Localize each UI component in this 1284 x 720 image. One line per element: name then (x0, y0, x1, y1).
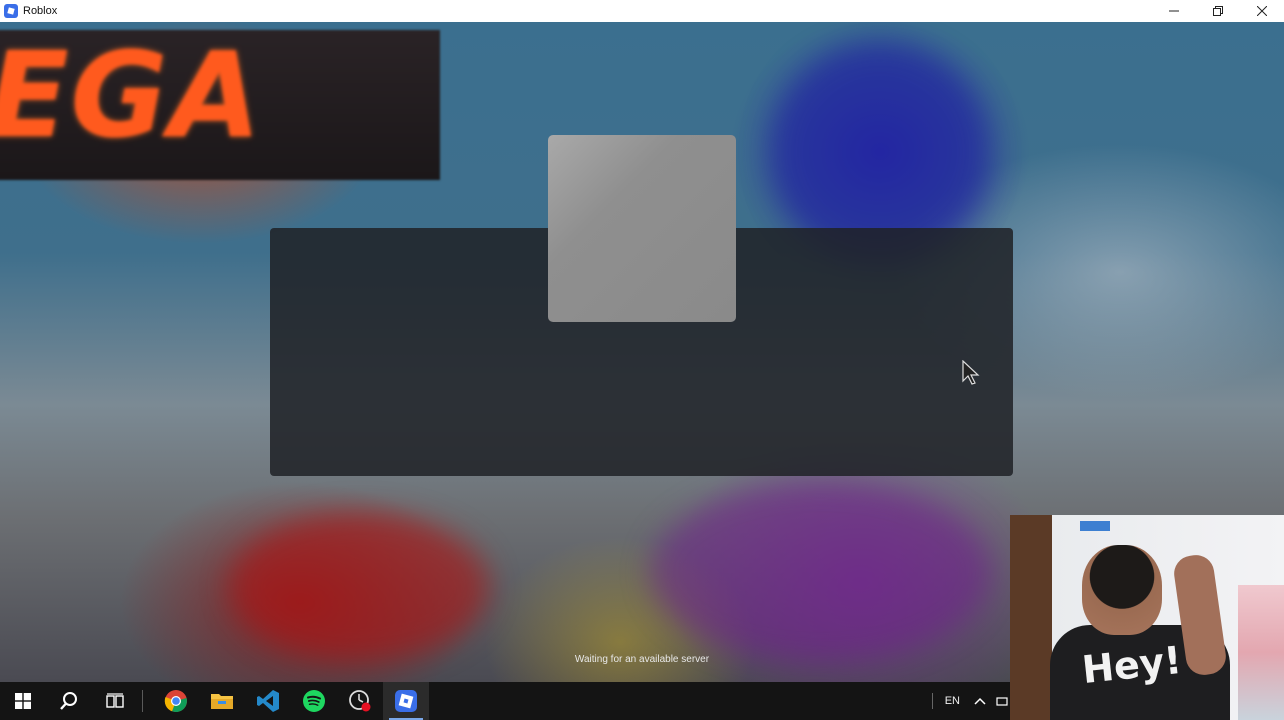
taskbar: EN (0, 682, 1010, 720)
sign-text: EGA (0, 26, 263, 164)
chrome-icon (164, 690, 187, 713)
background-car-purple (650, 482, 990, 662)
title-bar: Roblox (0, 0, 1284, 23)
background-car-red (230, 512, 490, 662)
start-button[interactable] (0, 682, 46, 720)
cursor-icon (962, 360, 980, 385)
recorder-app[interactable] (337, 682, 383, 720)
vscode-app[interactable] (245, 682, 291, 720)
restore-button[interactable] (1196, 0, 1240, 22)
webcam-wall-sign (1080, 521, 1110, 531)
network-icon[interactable] (996, 695, 1010, 707)
windows-icon (15, 693, 31, 709)
roblox-icon (4, 4, 18, 18)
game-thumbnail (548, 135, 736, 322)
minimize-button[interactable] (1152, 0, 1196, 22)
roblox-app[interactable] (383, 682, 429, 720)
webcam-person-head (1082, 545, 1162, 635)
search-icon (60, 692, 77, 710)
tray-separator (931, 693, 933, 709)
language-indicator[interactable]: EN (945, 695, 960, 707)
window-title: Roblox (23, 5, 58, 17)
spotify-app[interactable] (291, 682, 337, 720)
restore-icon (1213, 6, 1223, 16)
background-sign: EGA (0, 26, 440, 180)
close-icon (1257, 6, 1267, 16)
roblox-icon (395, 690, 417, 712)
task-view-button[interactable] (92, 682, 138, 720)
webcam-overlay: Hey! (1010, 515, 1284, 720)
taskbar-separator (142, 690, 143, 712)
close-button[interactable] (1240, 0, 1284, 22)
task-view-icon (106, 693, 124, 708)
recorder-icon (349, 690, 371, 712)
folder-icon (211, 694, 233, 709)
vscode-icon (257, 690, 279, 712)
minimize-icon (1169, 10, 1179, 12)
search-button[interactable] (46, 682, 92, 720)
window-controls (1152, 0, 1284, 22)
system-tray: EN (931, 682, 1010, 720)
spotify-icon (303, 690, 325, 712)
chrome-app[interactable] (153, 682, 199, 720)
webcam-shelf (1238, 585, 1284, 720)
file-explorer-app[interactable] (199, 682, 245, 720)
chevron-up-icon[interactable] (974, 697, 986, 705)
